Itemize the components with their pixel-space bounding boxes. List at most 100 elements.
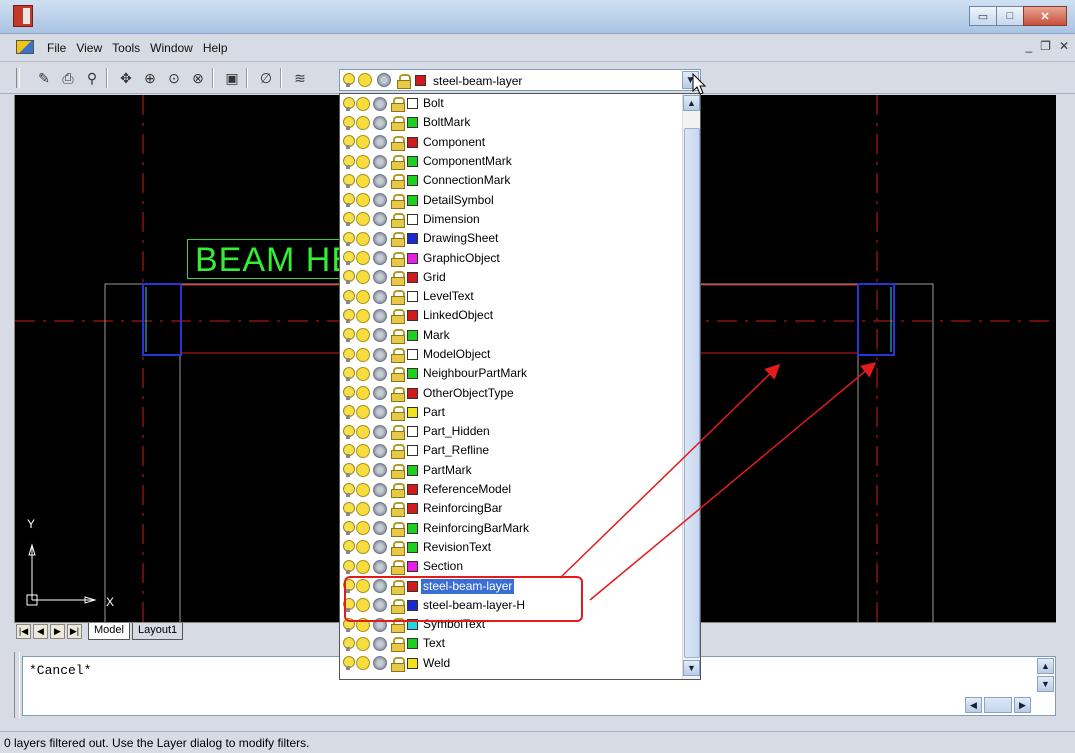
- mdi-minimize-button[interactable]: _: [1025, 39, 1032, 53]
- lock-icon[interactable]: [390, 483, 405, 499]
- menu-file[interactable]: File: [42, 41, 71, 55]
- dropdown-scrollbar[interactable]: ▲ ▼: [682, 94, 700, 679]
- layer-list-item[interactable]: Weld: [340, 654, 682, 673]
- layer-list-item[interactable]: Part_Hidden: [340, 422, 682, 441]
- layer-color-swatch[interactable]: [407, 175, 418, 187]
- lightbulb-icon[interactable]: [343, 270, 355, 285]
- layer-color-swatch[interactable]: [407, 117, 418, 129]
- menu-window[interactable]: Window: [145, 41, 198, 55]
- menu-view[interactable]: View: [71, 41, 107, 55]
- lightbulb-icon[interactable]: [343, 173, 355, 188]
- sun-icon[interactable]: [356, 636, 370, 651]
- freeze-viewport-icon[interactable]: [377, 73, 391, 87]
- mdi-close-button[interactable]: ✕: [1059, 39, 1069, 53]
- layer-color-swatch[interactable]: [407, 329, 418, 341]
- scroll-thumb[interactable]: [984, 697, 1012, 713]
- sun-icon[interactable]: [356, 443, 370, 458]
- layer-list-item[interactable]: Part_Refline: [340, 441, 682, 460]
- freeze-viewport-icon[interactable]: [373, 656, 387, 671]
- lightbulb-icon[interactable]: [343, 424, 355, 439]
- last-tab-button[interactable]: ▶|: [67, 624, 82, 639]
- sun-icon[interactable]: [356, 501, 370, 516]
- freeze-viewport-icon[interactable]: [373, 251, 387, 266]
- freeze-viewport-icon[interactable]: [373, 212, 387, 227]
- toolbar-grip[interactable]: [16, 68, 20, 88]
- zoom-window-icon[interactable]: ⊙: [164, 68, 184, 88]
- layer-color-swatch[interactable]: [407, 445, 418, 457]
- properties-icon[interactable]: ▣: [222, 68, 242, 88]
- freeze-viewport-icon[interactable]: [373, 173, 387, 188]
- lock-icon[interactable]: [390, 97, 405, 113]
- layer-list-item[interactable]: Component: [340, 133, 682, 152]
- lightbulb-icon[interactable]: [343, 308, 355, 323]
- layer-list-item[interactable]: Part: [340, 403, 682, 422]
- sun-icon[interactable]: [356, 193, 370, 208]
- scroll-up-icon[interactable]: ▲: [1037, 658, 1054, 674]
- lock-icon[interactable]: [390, 116, 405, 132]
- print-icon[interactable]: ⎙: [58, 68, 78, 88]
- lightbulb-icon[interactable]: [343, 521, 355, 536]
- freeze-viewport-icon[interactable]: [373, 424, 387, 439]
- layer-color-swatch[interactable]: [407, 310, 418, 322]
- layer-combobox[interactable]: steel-beam-layer ▼: [339, 69, 701, 91]
- layer-list-item[interactable]: DrawingSheet: [340, 229, 682, 248]
- open-icon[interactable]: ✎: [34, 68, 54, 88]
- layer-color-swatch[interactable]: [407, 484, 418, 496]
- close-button[interactable]: ✕: [1023, 6, 1067, 26]
- minimize-button[interactable]: ▭: [969, 6, 997, 26]
- layer-list-item[interactable]: RevisionText: [340, 538, 682, 557]
- lock-icon[interactable]: [390, 540, 405, 556]
- sun-icon[interactable]: [358, 73, 372, 87]
- tab-model[interactable]: Model: [88, 623, 130, 640]
- lightbulb-icon[interactable]: [343, 328, 355, 343]
- sun-icon[interactable]: [356, 289, 370, 304]
- sun-icon[interactable]: [356, 540, 370, 555]
- layer-list-item[interactable]: BoltMark: [340, 113, 682, 132]
- lock-icon[interactable]: [390, 367, 405, 383]
- tab-layout1[interactable]: Layout1: [132, 623, 184, 640]
- layer-list-item[interactable]: GraphicObject: [340, 248, 682, 267]
- layers-icon[interactable]: ≋: [290, 68, 310, 88]
- freeze-viewport-icon[interactable]: [373, 482, 387, 497]
- freeze-viewport-icon[interactable]: [373, 443, 387, 458]
- command-window-grip[interactable]: [14, 652, 20, 718]
- lightbulb-icon[interactable]: [343, 347, 355, 362]
- scroll-right-icon[interactable]: ▶: [1014, 697, 1031, 713]
- freeze-viewport-icon[interactable]: [373, 270, 387, 285]
- menu-tools[interactable]: Tools: [107, 41, 145, 55]
- lightbulb-icon[interactable]: [343, 559, 355, 574]
- layer-color-swatch[interactable]: [407, 387, 418, 399]
- scroll-down-icon[interactable]: ▼: [683, 660, 700, 676]
- freeze-viewport-icon[interactable]: [373, 386, 387, 401]
- layer-color-swatch[interactable]: [407, 464, 418, 476]
- lock-icon[interactable]: [390, 637, 405, 653]
- layer-list-item[interactable]: Bolt: [340, 94, 682, 113]
- lock-icon[interactable]: [390, 328, 405, 344]
- lightbulb-icon[interactable]: [343, 501, 355, 516]
- sun-icon[interactable]: [356, 463, 370, 478]
- lightbulb-icon[interactable]: [343, 212, 355, 227]
- lightbulb-icon[interactable]: [343, 115, 355, 130]
- lightbulb-icon[interactable]: [343, 231, 355, 246]
- freeze-viewport-icon[interactable]: [373, 501, 387, 516]
- lock-icon[interactable]: [390, 405, 405, 421]
- print-preview-icon[interactable]: ⚲: [82, 68, 102, 88]
- sun-icon[interactable]: [356, 386, 370, 401]
- lock-icon[interactable]: [390, 309, 405, 325]
- lightbulb-icon[interactable]: [343, 463, 355, 478]
- scroll-down-icon[interactable]: ▼: [1037, 676, 1054, 692]
- layer-color-swatch[interactable]: [407, 426, 418, 438]
- sun-icon[interactable]: [356, 154, 370, 169]
- layer-color-swatch[interactable]: [407, 156, 418, 168]
- freeze-viewport-icon[interactable]: [373, 308, 387, 323]
- scroll-up-icon[interactable]: ▲: [683, 95, 700, 111]
- freeze-viewport-icon[interactable]: [373, 115, 387, 130]
- layer-color-swatch[interactable]: [407, 406, 418, 418]
- lock-icon[interactable]: [390, 251, 405, 267]
- prev-tab-button[interactable]: ◀: [33, 624, 48, 639]
- layer-list-item[interactable]: Dimension: [340, 210, 682, 229]
- lightbulb-icon[interactable]: [343, 289, 355, 304]
- sun-icon[interactable]: [356, 231, 370, 246]
- freeze-viewport-icon[interactable]: [373, 96, 387, 111]
- lock-icon[interactable]: [390, 270, 405, 286]
